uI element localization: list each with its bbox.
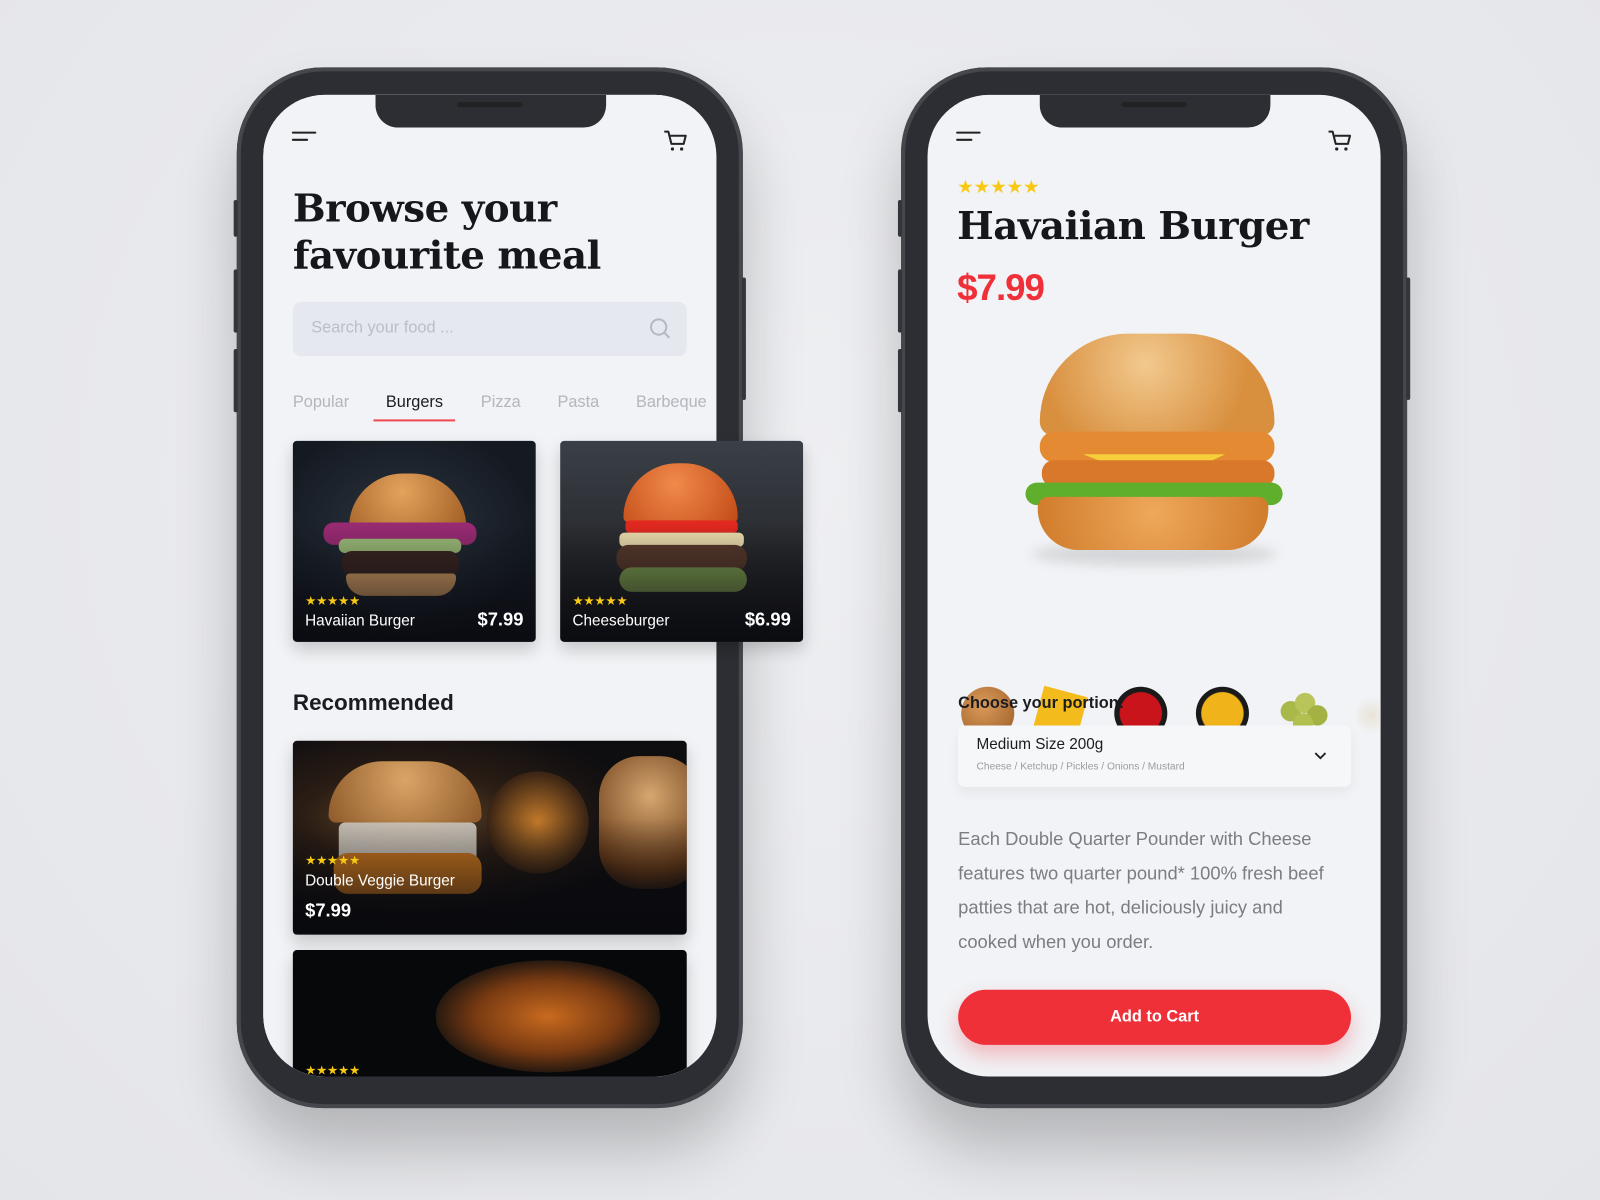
burger-image	[1021, 333, 1286, 569]
browse-screen: Browse your favourite meal Search your fo…	[263, 94, 804, 1077]
menu-icon[interactable]	[291, 131, 317, 142]
food-image	[328, 761, 482, 823]
search-icon[interactable]	[649, 317, 671, 339]
cart-icon[interactable]	[663, 130, 687, 152]
rating-stars: ★★★★★	[572, 593, 628, 609]
food-image	[623, 463, 738, 523]
rating-stars: ★★★★★	[305, 853, 360, 868]
rating-stars: ★★★★★	[957, 176, 1040, 197]
phone-browse: Browse your favourite meal Search your fo…	[233, 67, 804, 1109]
recommended-card[interactable]: ★★★★★ Double Veggie Burger $7.99	[292, 740, 687, 935]
phone-detail: ★★★★★ Havaiian Burger $7.99 Choose your …	[897, 67, 1411, 1109]
tab-popular[interactable]: Popular	[293, 394, 349, 412]
ingredient-onions[interactable]	[1356, 692, 1381, 738]
menu-icon[interactable]	[956, 131, 981, 142]
product-title: Havaiian Burger	[957, 202, 1309, 248]
food-image	[435, 960, 661, 1073]
tab-pizza[interactable]: Pizza	[481, 394, 521, 412]
rating-stars: ★★★★★	[305, 593, 360, 609]
category-tabs: Popular Burgers Pizza Pasta Barbeque	[293, 394, 716, 422]
detail-screen: ★★★★★ Havaiian Burger $7.99 Choose your …	[927, 94, 1381, 1077]
tab-barbeque[interactable]: Barbeque	[636, 394, 707, 412]
food-card[interactable]: ★★★★★ Cheeseburger $6.99	[560, 440, 804, 642]
card-price: $6.99	[744, 609, 791, 630]
stage: Browse your favourite meal Search your fo…	[0, 0, 1600, 1200]
card-name: Cheeseburger	[572, 612, 670, 630]
tab-pasta[interactable]: Pasta	[557, 394, 599, 412]
card-price: $7.99	[305, 899, 352, 921]
rating-stars: ★★★★★	[305, 1063, 360, 1077]
food-card[interactable]: ★★★★★ Havaiian Burger $7.99	[292, 440, 536, 642]
add-to-cart-button[interactable]: Add to Cart	[958, 989, 1352, 1045]
cart-icon[interactable]	[1328, 130, 1352, 152]
search-input[interactable]: Search your food ...	[292, 302, 687, 357]
search-placeholder: Search your food ...	[311, 319, 454, 337]
product-price: $7.99	[957, 266, 1045, 309]
portion-select[interactable]: Medium Size 200g Cheese / Ketchup / Pick…	[958, 725, 1352, 787]
chevron-down-icon[interactable]	[1314, 752, 1327, 760]
card-name: Double Veggie Burger	[305, 872, 455, 890]
portion-label: Choose your portion:	[958, 694, 1125, 713]
portion-value: Medium Size 200g	[976, 735, 1104, 754]
tab-burgers[interactable]: Burgers	[373, 394, 456, 422]
portion-toppings: Cheese / Ketchup / Pickles / Onions / Mu…	[976, 761, 1185, 773]
product-description: Each Double Quarter Pounder with Cheese …	[958, 828, 1324, 952]
card-name: Havaiian Burger	[305, 612, 415, 630]
card-price: $7.99	[477, 609, 524, 630]
page-title: Browse your favourite meal	[292, 184, 602, 278]
recommended-heading: Recommended	[292, 689, 454, 716]
recommended-card[interactable]: ★★★★★	[292, 949, 687, 1077]
